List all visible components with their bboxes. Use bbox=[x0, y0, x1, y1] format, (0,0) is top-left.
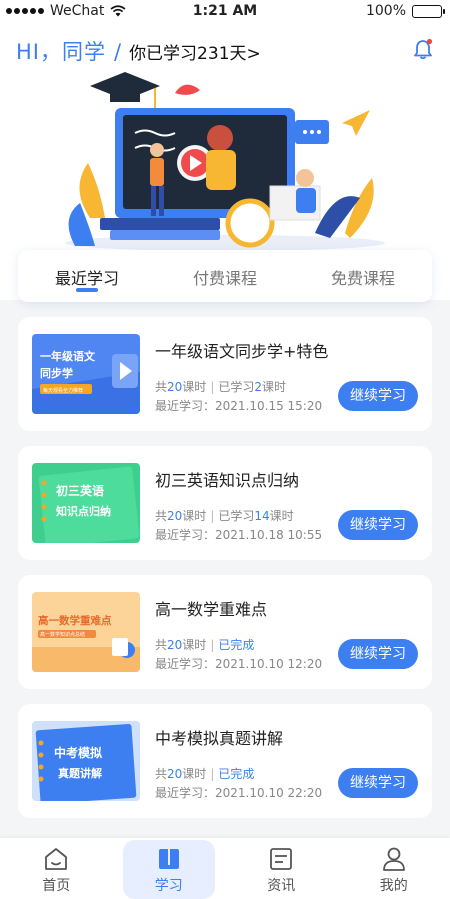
thumb-line1: 初三英语 bbox=[56, 483, 104, 498]
bottom-nav: 首页 学习 资讯 我的 bbox=[0, 838, 450, 899]
tab-paid-label: 付费课程 bbox=[192, 269, 257, 288]
total-prefix: 共 bbox=[155, 767, 168, 781]
recent-study-time: 最近学习：2021.10.10 22:20 bbox=[155, 786, 323, 800]
course-thumbnail: 高一数学重难点 高一数学知识点总结 bbox=[32, 592, 140, 672]
battery-percent: 100% bbox=[365, 3, 406, 19]
completed-status: 已完成 bbox=[218, 638, 255, 652]
course-thumbnail: 中考模拟 真题讲解 bbox=[32, 721, 140, 801]
continue-learning-button[interactable]: 继续学习 bbox=[338, 510, 418, 540]
nav-mine-label: 我的 bbox=[379, 878, 408, 894]
thumb-tag: 高一数学知识点总结 bbox=[40, 631, 85, 638]
tab-paid[interactable]: 付费课程 bbox=[156, 250, 294, 302]
divider: | bbox=[210, 509, 215, 523]
greeting-hi: HI，同学 bbox=[16, 40, 106, 64]
continue-learning-button[interactable]: 继续学习 bbox=[338, 768, 418, 798]
thumb-line2: 真题讲解 bbox=[58, 766, 102, 780]
course-progress-line: 共20课时 | 已学习2课时 bbox=[155, 378, 322, 397]
book-icon bbox=[158, 849, 179, 869]
user-icon bbox=[382, 847, 405, 871]
greeting: HI，同学 / 你已学习231天> bbox=[16, 36, 261, 66]
total-unit: 课时 bbox=[182, 380, 207, 394]
total-unit: 课时 bbox=[182, 638, 207, 652]
continue-learning-button[interactable]: 继续学习 bbox=[338, 381, 418, 411]
total-prefix: 共 bbox=[155, 509, 168, 523]
total-prefix: 共 bbox=[155, 380, 168, 394]
continue-learning-button[interactable]: 继续学习 bbox=[338, 639, 418, 669]
course-thumbnail: 一年级语文 同步学 每天观看全力推荐 bbox=[32, 334, 140, 414]
course-thumbnail: 初三英语 知识点归纳 bbox=[32, 463, 140, 543]
nav-news[interactable]: 资讯 bbox=[225, 838, 338, 899]
course-card[interactable]: 一年级语文 同步学 每天观看全力推荐 一年级语文同步学+特色 共20课时 | 已学习… bbox=[18, 317, 432, 431]
course-card[interactable]: 中考模拟 真题讲解 中考模拟真题讲解 共20课时 | 已完成 最近学习：2021.1… bbox=[18, 704, 432, 818]
nav-news-label: 资讯 bbox=[267, 878, 296, 894]
bell-icon[interactable] bbox=[412, 38, 434, 60]
status-right: 100% bbox=[365, 3, 445, 19]
course-progress-line: 共20课时 | 已学习14课时 bbox=[155, 507, 322, 526]
total-unit: 课时 bbox=[182, 509, 207, 523]
battery-icon bbox=[412, 4, 445, 18]
course-title: 一年级语文同步学+特色 bbox=[155, 342, 329, 361]
progress-prefix: 已学习 bbox=[218, 509, 255, 523]
tab-free[interactable]: 免费课程 bbox=[294, 250, 432, 302]
course-meta: 共20课时 | 已学习14课时 最近学习：2021.10.18 10:55 bbox=[155, 507, 322, 545]
progress-unit: 课时 bbox=[262, 380, 287, 394]
nav-mine[interactable]: 我的 bbox=[338, 838, 450, 899]
course-card[interactable]: 高一数学重难点 高一数学知识点总结 高一数学重难点 共20课时 | 已完成 最近学习… bbox=[18, 575, 432, 689]
study-days-link[interactable]: 你已学习231天> bbox=[129, 39, 261, 64]
thumb-line1: 中考模拟 bbox=[54, 745, 102, 760]
course-title: 中考模拟真题讲解 bbox=[155, 729, 284, 748]
thumb-line1: 一年级语文 bbox=[40, 349, 96, 363]
progress-prefix: 已学习 bbox=[218, 380, 255, 394]
completed-status: 已完成 bbox=[218, 767, 255, 781]
course-progress-line: 共20课时 | 已完成 bbox=[155, 765, 322, 784]
tab-free-label: 免费课程 bbox=[330, 269, 395, 288]
nav-home[interactable]: 首页 bbox=[0, 838, 113, 899]
status-bar: WeChat 1:21 AM 100% bbox=[0, 0, 450, 24]
course-list: 一年级语文 同步学 每天观看全力推荐 一年级语文同步学+特色 共20课时 | 已学习… bbox=[18, 317, 432, 833]
nav-study[interactable]: 学习 bbox=[113, 838, 226, 899]
total-lessons: 20 bbox=[167, 380, 183, 394]
divider: | bbox=[210, 638, 215, 652]
greeting-separator: / bbox=[113, 40, 122, 64]
course-meta: 共20课时 | 已完成 最近学习：2021.10.10 12:20 bbox=[155, 636, 322, 674]
tab-recent-label: 最近学习 bbox=[54, 269, 119, 288]
course-title: 初三英语知识点归纳 bbox=[155, 471, 300, 490]
thumb-line2: 同步学 bbox=[40, 366, 73, 380]
thumb-line1: 高一数学重难点 bbox=[38, 614, 112, 627]
learned-lessons: 2 bbox=[254, 380, 263, 394]
course-meta: 共20课时 | 已完成 最近学习：2021.10.10 22:20 bbox=[155, 765, 322, 803]
total-prefix: 共 bbox=[155, 638, 168, 652]
course-progress-line: 共20课时 | 已完成 bbox=[155, 636, 322, 655]
news-icon bbox=[270, 848, 293, 870]
recent-study-time: 最近学习：2021.10.10 12:20 bbox=[155, 657, 323, 671]
tab-recent[interactable]: 最近学习 bbox=[18, 250, 156, 302]
learned-lessons: 14 bbox=[254, 509, 270, 523]
thumb-tag: 每天观看全力推荐 bbox=[43, 387, 83, 394]
hero-illustration bbox=[65, 72, 385, 250]
total-unit: 课时 bbox=[182, 767, 207, 781]
divider: | bbox=[210, 767, 215, 781]
course-title: 高一数学重难点 bbox=[155, 600, 268, 619]
recent-study-time: 最近学习：2021.10.15 15:20 bbox=[155, 399, 323, 413]
course-meta: 共20课时 | 已学习2课时 最近学习：2021.10.15 15:20 bbox=[155, 378, 322, 416]
tab-active-indicator bbox=[76, 288, 98, 292]
nav-study-label: 学习 bbox=[154, 878, 183, 894]
progress-unit: 课时 bbox=[269, 509, 294, 523]
course-card[interactable]: 初三英语 知识点归纳 初三英语知识点归纳 共20课时 | 已学习14课时 最近学习：… bbox=[18, 446, 432, 560]
total-lessons: 20 bbox=[167, 638, 183, 652]
divider: | bbox=[210, 380, 215, 394]
course-tabs: 最近学习 付费课程 免费课程 bbox=[18, 250, 432, 302]
thumb-line2: 知识点归纳 bbox=[55, 504, 111, 518]
total-lessons: 20 bbox=[167, 767, 183, 781]
nav-home-label: 首页 bbox=[42, 878, 71, 894]
recent-study-time: 最近学习：2021.10.18 10:55 bbox=[155, 528, 323, 542]
home-icon bbox=[45, 848, 68, 870]
total-lessons: 20 bbox=[167, 509, 183, 523]
